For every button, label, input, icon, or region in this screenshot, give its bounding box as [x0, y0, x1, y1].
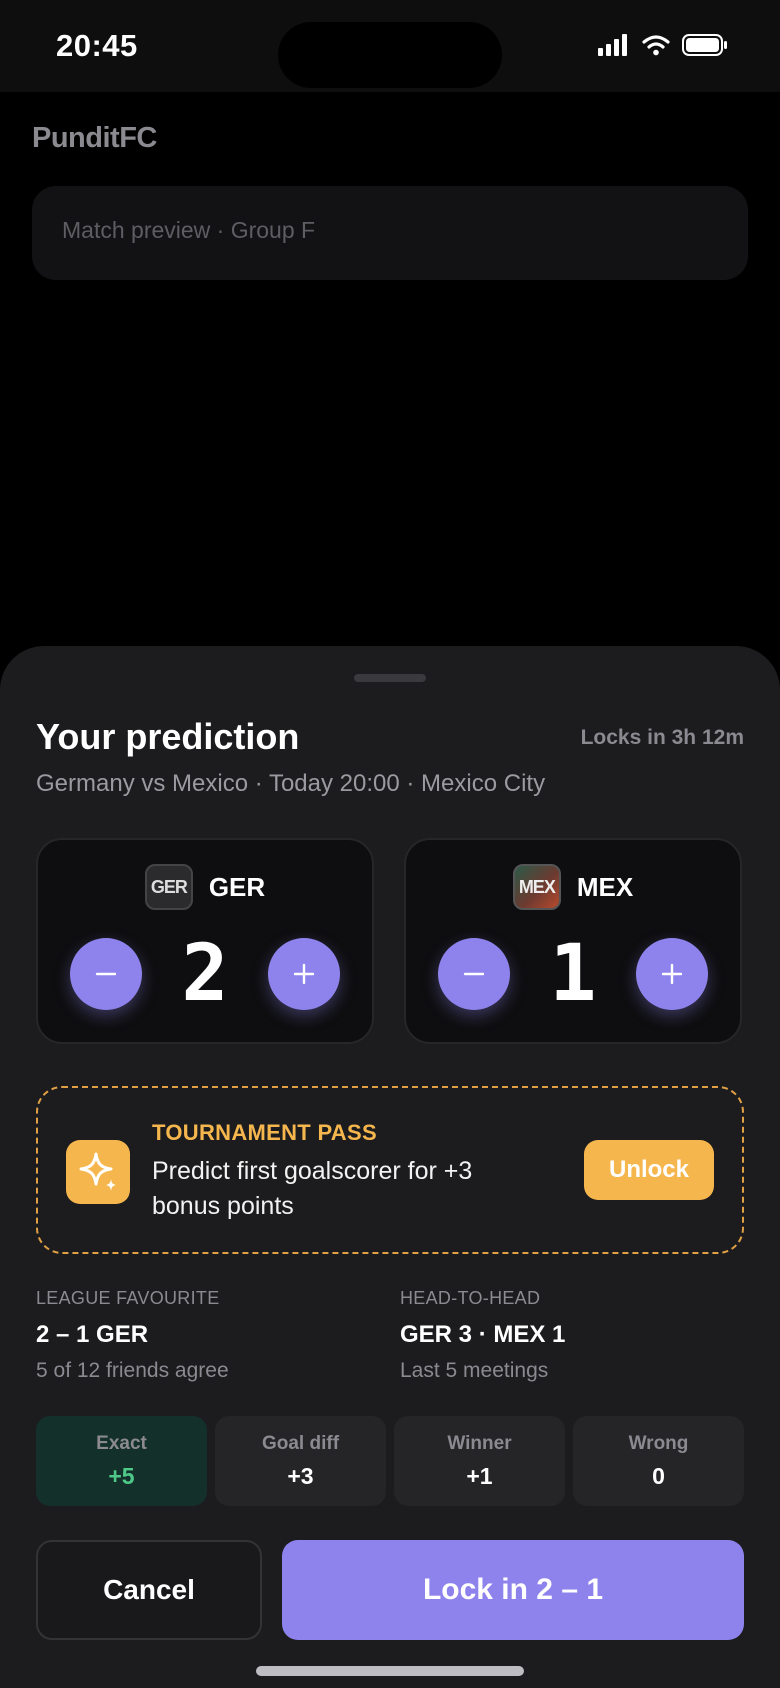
team-header: GER GER	[38, 864, 372, 910]
mexico-flag-icon: MEX	[512, 864, 561, 910]
points-legend: Exact +5 Goal diff +3 Winner +1 Wrong 0	[36, 1416, 744, 1506]
points-goal-diff: Goal diff +3	[215, 1416, 386, 1506]
decrement-button[interactable]	[438, 938, 510, 1010]
battery-icon	[682, 34, 727, 56]
status-time: 20:45	[56, 28, 138, 63]
team-card-home: GER GER 2	[36, 838, 374, 1044]
league-favourite-stat: LEAGUE FAVOURITE 2 – 1 GER 5 of 12 frien…	[36, 1288, 229, 1383]
points-value: +1	[466, 1462, 493, 1489]
lock-in-button[interactable]: Lock in 2 – 1	[282, 1540, 744, 1640]
stat-subtext: Last 5 meetings	[400, 1359, 549, 1382]
score-value: 1	[549, 929, 597, 1019]
decrement-button[interactable]	[70, 938, 142, 1010]
match-subtitle: Germany vs Mexico · Today 20:00 · Mexico…	[36, 770, 546, 797]
team-card-away: MEX MEX 1	[404, 838, 742, 1044]
points-label: Wrong	[628, 1432, 689, 1454]
sparkle-icon	[66, 1140, 130, 1204]
signal-icon	[598, 34, 627, 56]
points-label: Winner	[447, 1432, 512, 1454]
score-value: 2	[181, 929, 229, 1019]
unlock-button[interactable]: Unlock	[584, 1140, 714, 1200]
stat-label: HEAD-TO-HEAD	[400, 1288, 541, 1308]
points-exact: Exact +5	[36, 1416, 207, 1506]
increment-button[interactable]	[268, 938, 340, 1010]
minus-icon	[95, 972, 117, 976]
tournament-pass-promo: TOURNAMENT PASS Predict first goalscorer…	[36, 1086, 744, 1254]
team-code: GER	[208, 871, 266, 902]
plus-icon	[661, 963, 683, 985]
stat-label: LEAGUE FAVOURITE	[36, 1288, 220, 1308]
prediction-sheet: Your prediction Locks in 3h 12m Germany …	[0, 646, 780, 1688]
brand-logo: PunditFC	[32, 122, 157, 154]
sheet-actions: Cancel Lock in 2 – 1	[36, 1540, 744, 1640]
points-value: 0	[652, 1462, 665, 1489]
score-stepper: 2	[38, 929, 372, 1019]
home-indicator[interactable]	[256, 1666, 524, 1676]
sheet-grabber[interactable]	[354, 674, 426, 682]
promo-kicker: TOURNAMENT PASS	[152, 1120, 377, 1145]
status-bar: 20:45	[0, 0, 780, 92]
match-preview-label: Match preview · Group F	[62, 217, 316, 243]
points-winner: Winner +1	[394, 1416, 565, 1506]
points-value: +5	[108, 1462, 135, 1489]
stat-value: GER 3 · MEX 1	[400, 1321, 566, 1348]
minus-icon	[463, 972, 485, 976]
cancel-button[interactable]: Cancel	[36, 1540, 262, 1640]
stat-subtext: 5 of 12 friends agree	[36, 1359, 229, 1382]
promo-description: Predict first goalscorer for +3 bonus po…	[152, 1157, 473, 1220]
team-code: MEX	[576, 871, 634, 902]
sheet-title: Your prediction	[36, 716, 300, 757]
points-wrong: Wrong 0	[573, 1416, 744, 1506]
points-label: Goal diff	[261, 1432, 340, 1454]
head-to-head-stat: HEAD-TO-HEAD GER 3 · MEX 1 Last 5 meetin…	[400, 1288, 565, 1383]
background-app: PunditFC Match preview · Group F	[0, 92, 780, 652]
points-label: Exact	[96, 1432, 147, 1454]
plus-icon	[293, 963, 315, 985]
status-icons	[598, 34, 728, 56]
lock-countdown: Locks in 3h 12m	[580, 726, 744, 749]
points-value: +3	[287, 1462, 314, 1489]
team-header: MEX MEX	[406, 864, 740, 910]
match-preview-card[interactable]: Match preview · Group F	[32, 186, 748, 280]
score-stepper: 1	[406, 929, 740, 1019]
increment-button[interactable]	[636, 938, 708, 1010]
stat-value: 2 – 1 GER	[36, 1321, 149, 1348]
wifi-icon	[642, 35, 670, 56]
dynamic-island	[278, 22, 502, 88]
germany-flag-icon: GER	[144, 864, 193, 910]
